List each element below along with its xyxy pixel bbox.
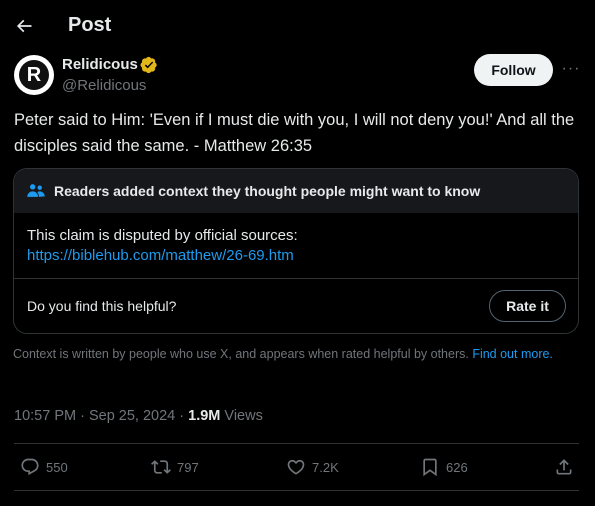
repost-button[interactable]: 797 — [151, 455, 199, 479]
author-handle[interactable]: @Relidicous — [62, 77, 146, 94]
like-count: 7.2K — [312, 459, 339, 475]
divider — [14, 490, 579, 491]
share-button[interactable] — [554, 455, 580, 479]
context-disclaimer-text: Context is written by people who use X, … — [13, 347, 473, 361]
avatar-logo: R — [19, 60, 49, 90]
context-disclaimer: Context is written by people who use X, … — [13, 346, 573, 363]
like-button[interactable]: 7.2K — [286, 455, 339, 479]
views-label: Views — [220, 408, 263, 424]
post-time[interactable]: 10:57 PM — [14, 408, 76, 424]
top-bar: Post — [0, 0, 595, 52]
heart-icon — [287, 459, 305, 475]
follow-button[interactable]: Follow — [474, 54, 553, 86]
post-date[interactable]: Sep 25, 2024 — [89, 408, 175, 424]
rate-it-button[interactable]: Rate it — [489, 290, 566, 322]
repost-icon — [151, 460, 171, 474]
more-options-icon[interactable]: ··· — [560, 58, 582, 80]
tweet-text: Peter said to Him: 'Even if I must die w… — [14, 111, 575, 155]
reply-button[interactable]: 550 — [20, 455, 68, 479]
community-note: Readers added context they thought peopl… — [13, 168, 579, 334]
helpful-question: Do you find this helpful? — [27, 298, 177, 314]
community-note-body: This claim is disputed by official sourc… — [27, 227, 298, 244]
verified-badge-icon — [140, 56, 157, 74]
community-note-title: Readers added context they thought peopl… — [54, 183, 481, 199]
views-count: 1.9M — [188, 408, 221, 424]
divider — [14, 443, 579, 444]
bookmark-button[interactable]: 626 — [420, 455, 468, 479]
people-icon — [27, 184, 45, 197]
meta-separator: · — [76, 408, 89, 424]
tweet-meta: 10:57 PM · Sep 25, 2024 · 1.9M Views — [14, 408, 263, 424]
community-note-source-link[interactable]: https://biblehub.com/matthew/26-69.htm — [27, 246, 294, 266]
find-out-more-link[interactable]: Find out more. — [472, 347, 553, 361]
meta-separator: · — [175, 408, 189, 424]
avatar[interactable]: R — [14, 55, 54, 95]
back-button[interactable] — [12, 14, 36, 38]
bookmark-icon — [423, 458, 437, 477]
repost-count: 797 — [177, 459, 199, 475]
reply-count: 550 — [46, 459, 68, 475]
arrow-left-icon — [16, 19, 32, 33]
reply-icon — [21, 458, 39, 476]
author-display-name[interactable]: Relidicous — [62, 56, 138, 73]
divider — [14, 278, 578, 279]
bookmark-count: 626 — [446, 459, 468, 475]
community-note-header: Readers added context they thought peopl… — [14, 169, 578, 213]
share-icon — [556, 459, 572, 475]
page-title: Post — [68, 14, 112, 36]
